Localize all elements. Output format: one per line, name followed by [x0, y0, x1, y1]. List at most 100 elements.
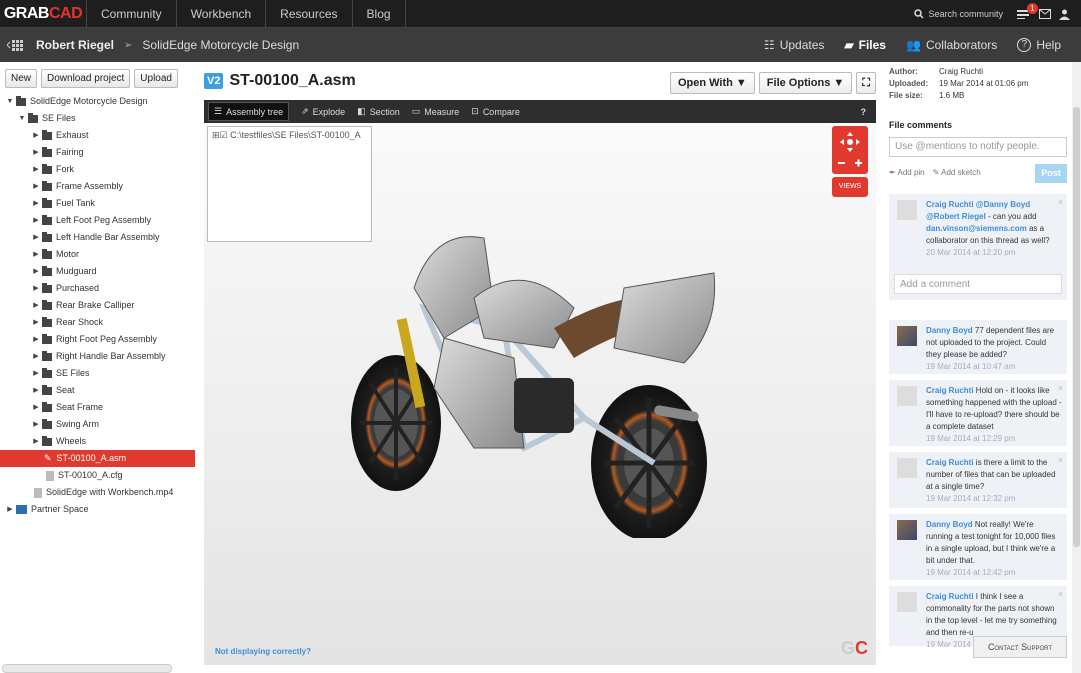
collaborators-tab[interactable]: 👥 Collaborators: [906, 38, 997, 52]
tree-folder[interactable]: ▶ Right Handle Bar Assembly: [0, 348, 197, 365]
close-icon[interactable]: ×: [1058, 454, 1063, 466]
nav-community[interactable]: Community: [87, 0, 177, 28]
views-button[interactable]: VIEWS: [832, 177, 868, 197]
email-link[interactable]: dan.vinson@siemens.com: [926, 224, 1027, 233]
tree-folder[interactable]: ▶ Rear Brake Calliper: [0, 297, 197, 314]
messages-button[interactable]: [1039, 9, 1059, 19]
download-project-button[interactable]: Download project: [41, 69, 131, 88]
add-sketch-button[interactable]: ✎ Add sketch: [933, 168, 981, 177]
tree-folder[interactable]: ▶ Fairing: [0, 144, 197, 161]
grabcad-logo[interactable]: GRAB CAD: [0, 0, 87, 28]
add-pin-button[interactable]: ✒ Add pin: [889, 168, 925, 177]
assembly-root-path[interactable]: C:\testfiles\SE Files\ST-00100_A: [230, 130, 361, 140]
right-scrollbar[interactable]: [1072, 62, 1081, 673]
tree-folder[interactable]: ▶ SE Files: [0, 365, 197, 382]
assembly-tree-button[interactable]: ☰ Assembly tree: [208, 102, 290, 121]
tree-expand-checkbox-icon[interactable]: ⊞☑: [212, 130, 228, 140]
avatar[interactable]: [897, 326, 917, 346]
nav-blog[interactable]: Blog: [353, 0, 406, 28]
comment-author[interactable]: Danny Boyd: [926, 520, 973, 529]
new-button[interactable]: New: [5, 69, 38, 88]
tree-file-cfg[interactable]: ST-00100_A.cfg: [0, 467, 197, 484]
search-community-button[interactable]: Search community: [914, 9, 1003, 19]
close-icon[interactable]: ×: [1058, 382, 1063, 394]
tree-file-mp4[interactable]: SolidEdge with Workbench.mp4: [0, 484, 197, 501]
nav-workbench[interactable]: Workbench: [177, 0, 267, 28]
comment-author[interactable]: Craig Ruchti: [926, 386, 974, 395]
comment-author[interactable]: Craig Ruchti: [926, 200, 974, 209]
measure-button[interactable]: ▭ Measure: [412, 106, 460, 117]
tree-folder-label: Frame Assembly: [56, 181, 124, 191]
fullscreen-button[interactable]: ⛶: [856, 72, 876, 94]
3d-viewport[interactable]: ⊞☑ C:\testfiles\SE Files\ST-00100_A VIEW…: [204, 123, 876, 665]
scrollbar-thumb[interactable]: [1073, 107, 1080, 547]
details-panel: Author: Craig Ruchti Uploaded: 19 Mar 2014…: [884, 62, 1081, 673]
apps-grid-icon[interactable]: [0, 28, 30, 62]
tree-folder[interactable]: ▶ Purchased: [0, 280, 197, 297]
help-tab[interactable]: ? Help: [1017, 38, 1061, 52]
viewer-help-button[interactable]: ?: [861, 107, 867, 117]
tree-folder[interactable]: ▶ Left Foot Peg Assembly: [0, 212, 197, 229]
avatar[interactable]: [897, 520, 917, 540]
avatar[interactable]: [897, 200, 917, 220]
comment-author[interactable]: Danny Boyd: [926, 326, 973, 335]
tree-se-files[interactable]: ▼ SE Files: [0, 110, 197, 127]
add-comment-input[interactable]: Add a comment: [894, 274, 1062, 294]
avatar[interactable]: [897, 458, 917, 478]
comment-author[interactable]: Craig Ruchti: [926, 592, 974, 601]
tree-list-icon: ☰: [214, 106, 223, 116]
tree-folder[interactable]: ▶ Seat Frame: [0, 399, 197, 416]
upload-button[interactable]: Upload: [134, 69, 178, 88]
open-with-dropdown[interactable]: Open With ▼: [669, 72, 755, 94]
mention-link[interactable]: @Danny Boyd: [976, 200, 1030, 209]
tree-folder[interactable]: ▶ Fuel Tank: [0, 195, 197, 212]
tree-folder-label: Left Handle Bar Assembly: [56, 232, 160, 242]
navigation-control[interactable]: [832, 126, 868, 174]
version-badge[interactable]: V2: [204, 73, 224, 89]
tree-folder[interactable]: ▶ Motor: [0, 246, 197, 263]
profile-button[interactable]: [1059, 9, 1081, 20]
tree-folder[interactable]: ▶ Left Handle Bar Assembly: [0, 229, 197, 246]
tree-folder[interactable]: ▶ Mudguard: [0, 263, 197, 280]
tree-folder[interactable]: ▶ Seat: [0, 382, 197, 399]
author-value[interactable]: Craig Ruchti: [939, 67, 983, 76]
tree-folder[interactable]: ▶ Rear Shock: [0, 314, 197, 331]
close-icon[interactable]: ×: [1058, 196, 1063, 208]
files-tab[interactable]: ▰ Files: [844, 38, 886, 52]
viewer-panel: V2 ST-00100_A.asm Open With ▼ File Optio…: [204, 62, 876, 665]
avatar[interactable]: [897, 592, 917, 612]
breadcrumb-project[interactable]: SolidEdge Motorcycle Design: [142, 38, 299, 52]
compare-button[interactable]: ⊡ Compare: [471, 106, 520, 117]
nav-resources[interactable]: Resources: [266, 0, 353, 28]
avatar[interactable]: [897, 386, 917, 406]
post-button[interactable]: Post: [1035, 164, 1067, 183]
section-button[interactable]: ◧ Section: [357, 106, 400, 117]
breadcrumb-user[interactable]: Robert Riegel: [36, 38, 114, 52]
tree-folder[interactable]: ▶ Fork: [0, 161, 197, 178]
explode-button[interactable]: ⇗ Explode: [301, 106, 345, 117]
viewer-toolbar: ☰ Assembly tree ⇗ Explode ◧ Section ▭ Measur…: [204, 100, 876, 123]
tree-partner-space[interactable]: ▶ Partner Space: [0, 501, 197, 518]
tree-root[interactable]: ▼ SolidEdge Motorcycle Design: [0, 93, 197, 110]
tree-folder[interactable]: ▶ Swing Arm: [0, 416, 197, 433]
left-horizontal-scrollbar[interactable]: [2, 664, 172, 673]
add-pin-label: Add pin: [897, 168, 925, 177]
tree-folder[interactable]: ▶ Exhaust: [0, 127, 197, 144]
tree-folder[interactable]: ▶ Frame Assembly: [0, 178, 197, 195]
tree-folder[interactable]: ▶ Wheels: [0, 433, 197, 450]
file-options-dropdown[interactable]: File Options ▼: [758, 72, 853, 94]
contact-support-button[interactable]: Contact Support: [973, 636, 1067, 658]
comment-author[interactable]: Craig Ruchti: [926, 458, 974, 467]
mention-link[interactable]: @Robert Riegel: [926, 212, 986, 221]
mention-input[interactable]: Use @mentions to notify people.: [889, 137, 1067, 157]
expand-right-icon: ▶: [33, 319, 39, 326]
updates-tab[interactable]: ☷ Updates: [764, 38, 824, 52]
activity-button[interactable]: 1: [1017, 0, 1039, 28]
tree-folder[interactable]: ▶ Right Foot Peg Assembly: [0, 331, 197, 348]
project-nav: ☷ Updates ▰ Files 👥 Collaborators ? Help: [764, 28, 1081, 62]
close-icon[interactable]: ×: [1058, 588, 1063, 600]
not-displaying-link[interactable]: Not displaying correctly?: [215, 647, 311, 656]
motorcycle-3d-model[interactable]: [324, 218, 744, 538]
tree-file-selected[interactable]: ✎ ST-00100_A.asm: [0, 450, 195, 467]
pan-arrows-icon[interactable]: [832, 126, 868, 174]
